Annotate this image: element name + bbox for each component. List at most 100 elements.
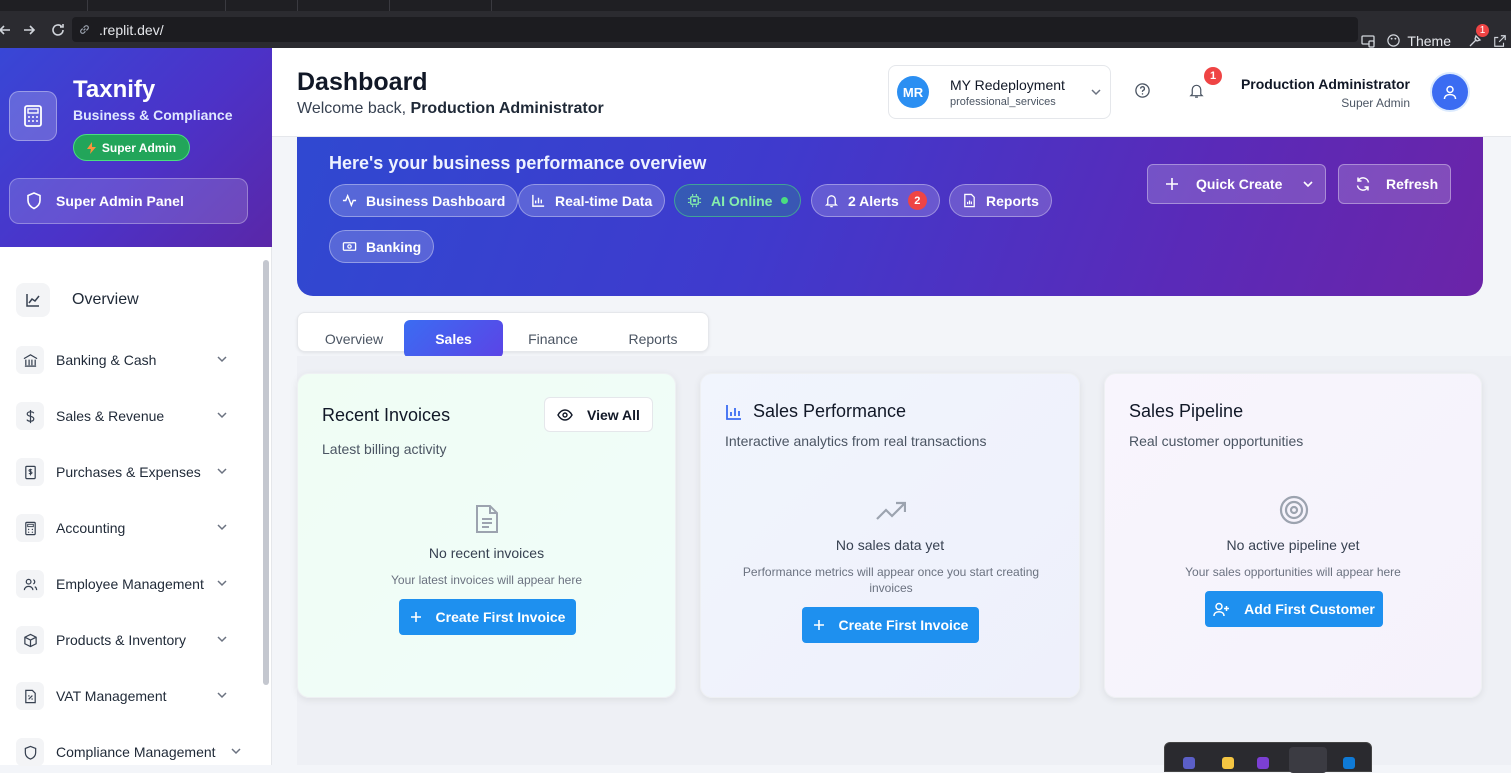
chevron-down-icon xyxy=(216,689,228,701)
card-subtitle: Real customer opportunities xyxy=(1129,433,1304,449)
sidebar-item-overview[interactable]: Overview xyxy=(16,283,246,317)
app-icon[interactable] xyxy=(1257,757,1269,769)
sidebar-brand-header: Taxnify Business & Compliance Super Admi… xyxy=(0,48,272,247)
link-icon xyxy=(78,23,91,36)
sidebar-item-purchases[interactable]: Purchases & Expenses xyxy=(16,456,246,488)
chevron-down-icon xyxy=(216,409,228,421)
browser-tab[interactable] xyxy=(88,0,226,11)
tab-reports[interactable]: Reports xyxy=(603,320,703,358)
brand-name: Taxnify xyxy=(73,76,156,103)
chevron-down-icon xyxy=(1302,178,1314,190)
brand-subtitle: Business & Compliance xyxy=(73,107,233,123)
view-all-label: View All xyxy=(587,406,640,423)
bell-icon[interactable] xyxy=(1188,82,1205,99)
browser-toolbar: .replit.dev/ Theme 1 xyxy=(0,11,1511,49)
chip-reports[interactable]: Reports xyxy=(949,184,1052,217)
plus-icon xyxy=(813,619,825,631)
user-role: Super Admin xyxy=(1341,96,1410,110)
sidebar-item-employees[interactable]: Employee Management xyxy=(16,568,246,600)
sidebar-item-accounting[interactable]: Accounting xyxy=(16,512,246,544)
chip-label: Banking xyxy=(366,238,422,255)
browser-tab[interactable] xyxy=(226,0,298,11)
chevron-down-icon xyxy=(216,577,228,589)
app-icon[interactable] xyxy=(1343,757,1355,769)
sidebar-item-banking[interactable]: Banking & Cash xyxy=(16,344,246,376)
welcome-prefix: Welcome back, xyxy=(297,100,411,117)
chip-ai-online[interactable]: AI Online xyxy=(674,184,802,217)
chip-realtime-data[interactable]: Real-time Data xyxy=(518,184,666,217)
back-icon[interactable] xyxy=(0,21,14,39)
chip-alerts[interactable]: 2 Alerts 2 xyxy=(811,184,940,217)
alert-count-badge: 2 xyxy=(907,191,927,210)
reload-icon[interactable] xyxy=(49,21,67,39)
forward-icon[interactable] xyxy=(20,21,38,39)
extension-badge: 1 xyxy=(1476,23,1489,37)
chip-label: Real-time Data xyxy=(555,192,653,209)
bank-icon xyxy=(16,346,44,374)
app-icon[interactable] xyxy=(1222,757,1234,769)
plus-icon xyxy=(1165,177,1179,191)
user-avatar[interactable] xyxy=(1430,72,1470,112)
theme-button[interactable]: Theme xyxy=(1386,33,1451,49)
card-subtitle: Interactive analytics from real transact… xyxy=(725,433,987,449)
address-bar[interactable]: .replit.dev/ xyxy=(72,17,1358,42)
sidebar-item-label: Employee Management xyxy=(56,576,204,592)
sales-pipeline-card: Sales Pipeline Real customer opportuniti… xyxy=(1104,373,1482,698)
hero-subtitle: Here's your business performance overvie… xyxy=(329,153,707,173)
refresh-button[interactable]: Refresh xyxy=(1338,164,1451,204)
quick-create-label: Quick Create xyxy=(1196,176,1283,192)
card-title: Sales Pipeline xyxy=(1129,401,1244,421)
notification-badge: 1 xyxy=(1204,67,1222,85)
refresh-label: Refresh xyxy=(1386,176,1439,192)
browser-tab[interactable] xyxy=(0,0,88,11)
app-icon[interactable] xyxy=(1289,747,1327,773)
empty-state-title: No active pipeline yet xyxy=(1226,537,1360,553)
chevron-down-icon xyxy=(1090,86,1102,98)
tab-sales[interactable]: Sales xyxy=(404,320,503,358)
sidebar-item-label: Compliance Management xyxy=(56,744,216,760)
create-first-invoice-button[interactable]: Create First Invoice xyxy=(399,599,576,635)
chevron-down-icon xyxy=(230,745,242,757)
chip-business-dashboard[interactable]: Business Dashboard xyxy=(329,184,519,217)
taskbar-preview xyxy=(1164,742,1372,773)
quick-create-button[interactable]: Quick Create xyxy=(1147,164,1326,204)
tab-finance[interactable]: Finance xyxy=(503,320,603,358)
card-title: Recent Invoices xyxy=(322,405,451,425)
sidebar-item-sales[interactable]: Sales & Revenue xyxy=(16,400,246,432)
sidebar-item-label: VAT Management xyxy=(56,688,167,704)
chip-banking[interactable]: Banking xyxy=(329,230,435,263)
chevron-down-icon xyxy=(216,521,228,533)
sidebar: Taxnify Business & Compliance Super Admi… xyxy=(0,48,272,768)
super-admin-panel-button[interactable]: Super Admin Panel xyxy=(9,178,248,224)
palette-icon xyxy=(1386,33,1401,48)
create-first-invoice-button[interactable]: Create First Invoice xyxy=(802,607,979,643)
workspace-avatar: MR xyxy=(897,76,929,108)
role-badge-label: Super Admin xyxy=(101,140,177,155)
page-title: Dashboard xyxy=(297,68,428,96)
app-icon[interactable] xyxy=(1183,757,1195,769)
chip-label: 2 Alerts xyxy=(848,192,899,209)
sidebar-scrollbar[interactable] xyxy=(263,260,269,685)
add-first-customer-button[interactable]: Add First Customer xyxy=(1205,591,1383,627)
bar-chart-icon xyxy=(531,193,546,208)
bar-chart-icon xyxy=(725,403,743,421)
user-icon xyxy=(1443,85,1457,100)
extension-button[interactable]: 1 xyxy=(1467,23,1489,49)
browser-tab[interactable] xyxy=(390,0,492,11)
sidebar-item-compliance[interactable]: Compliance Management xyxy=(16,736,246,768)
help-icon[interactable] xyxy=(1134,82,1151,99)
open-external-icon[interactable] xyxy=(1493,34,1507,48)
target-icon xyxy=(1279,495,1309,525)
workspace-selector[interactable]: MR MY Redeployment professional_services xyxy=(888,65,1111,119)
tab-overview[interactable]: Overview xyxy=(304,320,404,358)
sidebar-item-vat[interactable]: VAT Management xyxy=(16,680,246,712)
browser-tab[interactable] xyxy=(298,0,390,11)
chart-line-icon xyxy=(16,283,50,317)
chip-label: Reports xyxy=(986,192,1039,209)
sidebar-item-products[interactable]: Products & Inventory xyxy=(16,624,246,656)
sidebar-item-label: Products & Inventory xyxy=(56,632,186,648)
view-all-button[interactable]: View All xyxy=(544,397,653,432)
user-name: Production Administrator xyxy=(1240,76,1410,92)
cast-icon[interactable] xyxy=(1360,33,1376,49)
recent-invoices-card: Recent Invoices Latest billing activity … xyxy=(297,373,676,698)
